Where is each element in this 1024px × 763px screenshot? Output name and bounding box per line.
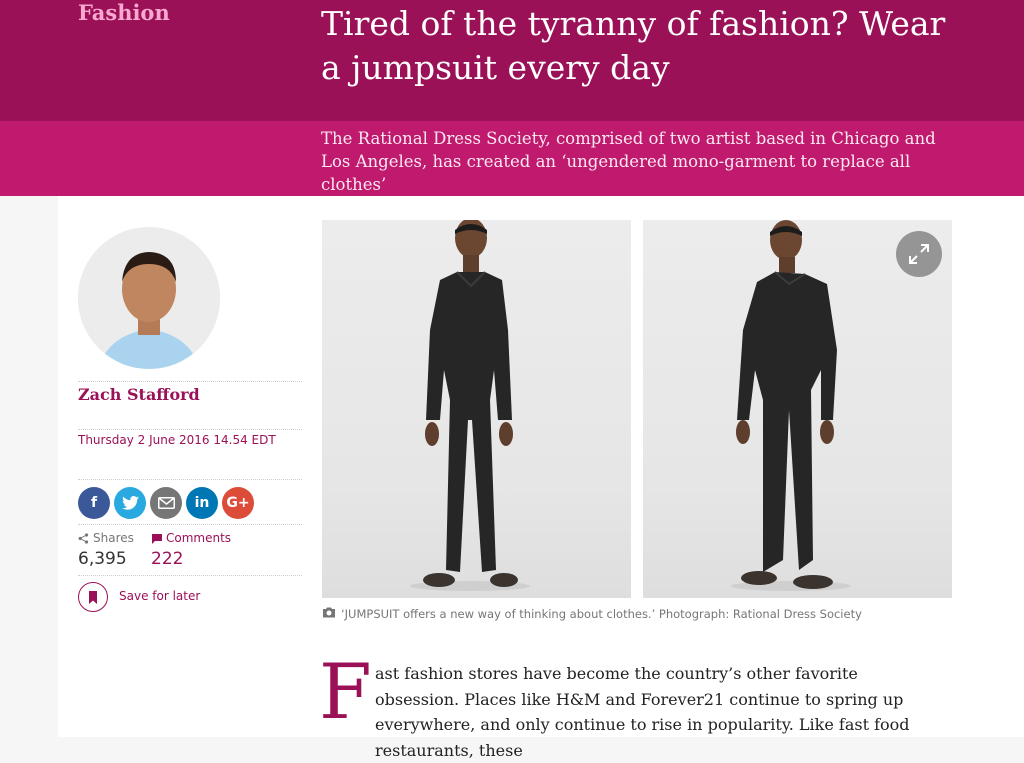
author-avatar[interactable] [78, 227, 220, 369]
photo-caption: ‘JUMPSUIT offers a new way of thinking a… [341, 607, 862, 621]
googleplus-icon: G+ [226, 495, 250, 511]
twitter-icon [121, 496, 139, 510]
publish-date: Thursday 2 June 2016 14.54 EDT [78, 433, 276, 447]
divider [78, 381, 302, 382]
email-icon [157, 497, 175, 509]
author-name[interactable]: Zach Stafford [78, 385, 200, 404]
expand-icon [909, 244, 929, 264]
expand-gallery-button[interactable] [896, 231, 942, 277]
bookmark-icon [89, 590, 97, 604]
twitter-share-button[interactable] [114, 487, 146, 519]
share-buttons: f in G+ [78, 487, 254, 519]
googleplus-share-button[interactable]: G+ [222, 487, 254, 519]
divider [78, 479, 302, 480]
shares-count: 6,395 [78, 549, 127, 569]
standfirst: The Rational Dress Society, comprised of… [321, 129, 936, 194]
save-for-later-button[interactable] [78, 582, 108, 612]
shares-label: Shares [93, 531, 134, 545]
article-lead-paragraph: ast fashion stores have become the count… [375, 664, 910, 760]
email-share-button[interactable] [150, 487, 182, 519]
facebook-share-button[interactable]: f [78, 487, 110, 519]
comments-count[interactable]: 222 [151, 549, 183, 569]
linkedin-icon: in [194, 495, 210, 511]
save-for-later-label[interactable]: Save for later [119, 589, 200, 603]
comments-label[interactable]: Comments [166, 531, 231, 545]
facebook-icon: f [90, 495, 98, 511]
camera-icon [323, 607, 335, 618]
share-icon [78, 533, 89, 544]
headline: Tired of the tyranny of fashion? Wear a … [321, 4, 946, 87]
photo-jumpsuit-side[interactable] [643, 220, 952, 598]
comment-icon [152, 534, 162, 544]
divider [78, 575, 302, 576]
photo-jumpsuit-front[interactable] [322, 220, 631, 598]
divider [78, 524, 302, 525]
divider [78, 429, 302, 430]
drop-cap: F [319, 647, 372, 736]
section-label[interactable]: Fashion [78, 0, 170, 25]
linkedin-share-button[interactable]: in [186, 487, 218, 519]
